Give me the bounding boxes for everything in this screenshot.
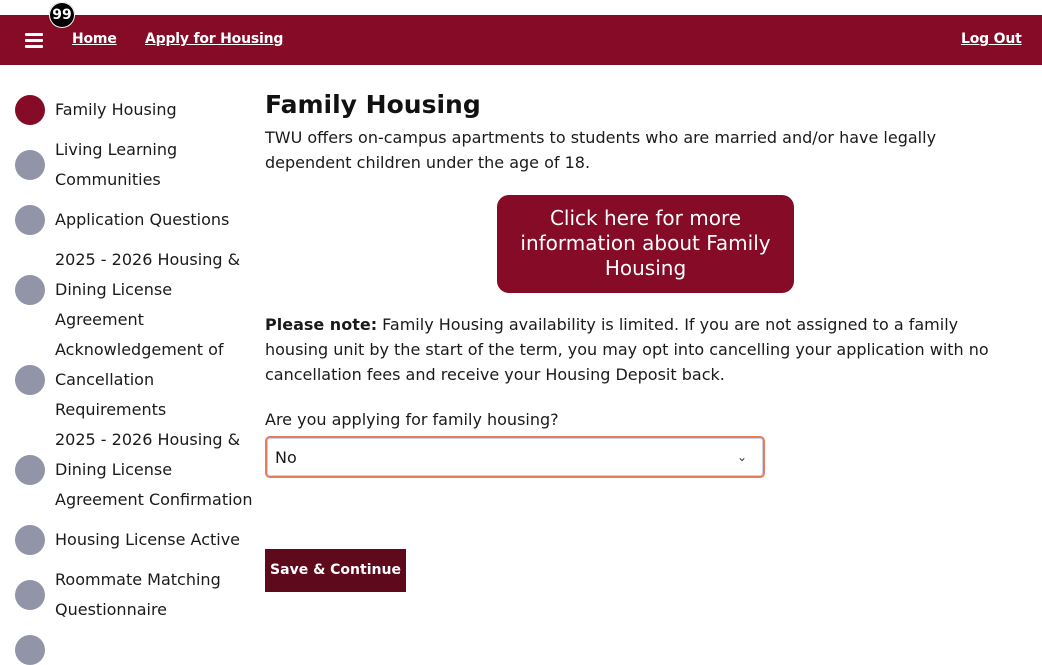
step-label: 2025 - 2026 Housing & Dining License Agr… bbox=[55, 250, 241, 329]
notification-badge: 99 bbox=[49, 2, 75, 28]
step-status-dot bbox=[15, 525, 45, 555]
step-label: Application Questions bbox=[55, 210, 230, 229]
step-status-dot bbox=[15, 635, 45, 665]
main-content: Family Housing TWU offers on-campus apar… bbox=[265, 88, 1025, 592]
step-label: Housing License Active bbox=[55, 530, 241, 549]
log-out-link[interactable]: Log Out bbox=[961, 31, 1022, 47]
step-status-dot bbox=[15, 150, 45, 180]
apply-for-housing-link[interactable]: Apply for Housing bbox=[145, 31, 283, 47]
step-status-dot bbox=[15, 205, 45, 235]
step-status-dot bbox=[15, 365, 45, 395]
top-navigation-bar: Home Apply for Housing Log Out bbox=[0, 15, 1042, 65]
family-housing-select[interactable]: No ⌄ bbox=[265, 436, 765, 478]
availability-note: Please note: Family Housing availability… bbox=[265, 312, 1025, 387]
hamburger-menu-icon[interactable] bbox=[25, 33, 43, 48]
step-status-dot bbox=[15, 580, 45, 610]
step-status-dot bbox=[15, 455, 45, 485]
select-value: No bbox=[275, 448, 297, 467]
chevron-down-icon: ⌄ bbox=[736, 450, 747, 464]
family-housing-info-button[interactable]: Click here for more information about Fa… bbox=[497, 195, 794, 293]
step-label: Acknowledgement of Cancellation Requirem… bbox=[55, 340, 224, 419]
intro-text: TWU offers on-campus apartments to stude… bbox=[265, 128, 937, 172]
page-title: Family Housing bbox=[265, 90, 481, 119]
step-status-dot bbox=[15, 95, 45, 125]
save-continue-button[interactable]: Save & Continue bbox=[265, 549, 406, 592]
note-label: Please note: bbox=[265, 315, 378, 334]
step-label: Family Housing bbox=[55, 100, 177, 119]
step-label: 2025 - 2026 Housing & Dining License Agr… bbox=[55, 430, 253, 509]
step-label: Roommate Matching Questionnaire bbox=[55, 570, 221, 619]
step-label: Living Learning Communities bbox=[55, 140, 178, 189]
home-link[interactable]: Home bbox=[72, 31, 117, 47]
step-status-dot bbox=[15, 275, 45, 305]
family-housing-question-label: Are you applying for family housing? bbox=[265, 410, 559, 429]
